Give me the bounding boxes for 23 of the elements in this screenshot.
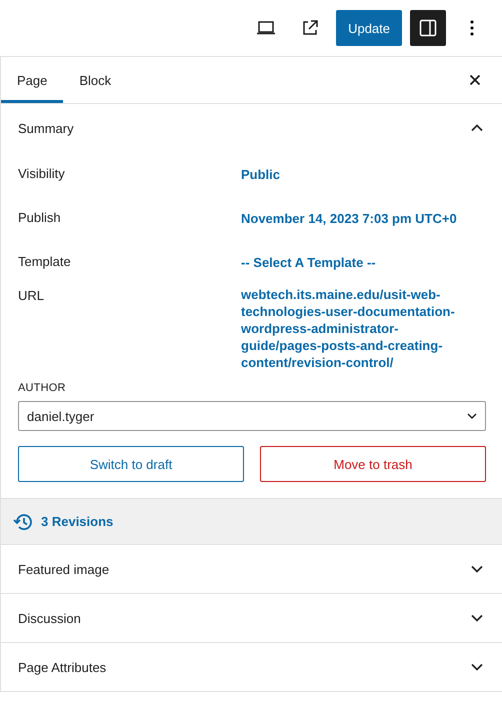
panel-title: Page Attributes — [18, 660, 106, 674]
switch-to-draft-button[interactable]: Switch to draft — [18, 446, 244, 482]
tab[interactable]: Block — [63, 57, 128, 103]
row-value-link[interactable]: Public — [241, 156, 486, 183]
panel-title: Discussion — [18, 610, 81, 626]
url-link[interactable]: webtech.its.maine.edu/usit-web-technologies-user-documentation-wordpress-administrator-guide/pages-posts-and-creating-content/revision-control/ — [241, 286, 466, 371]
sidebar-toggle-icon[interactable] — [410, 10, 446, 46]
tab[interactable]: Page — [1, 57, 64, 103]
panel-title: Summary — [18, 120, 74, 136]
update-button[interactable]: Update — [336, 10, 402, 46]
row-value-link[interactable]: -- Select A Template -- — [241, 244, 486, 271]
row-label: Template — [18, 253, 72, 269]
author-select[interactable]: daniel.tyger — [18, 401, 486, 431]
row-label: Publish — [18, 209, 62, 225]
history-icon — [13, 512, 35, 532]
panel-title: Featured image — [18, 562, 110, 576]
author-label: AUTHOR — [18, 382, 67, 394]
move-to-trash-button[interactable]: Move to trash — [260, 446, 486, 482]
row-label: Visibility — [18, 165, 66, 181]
chevron-icon — [467, 413, 477, 419]
row-value-link[interactable]: November 14, 2023 7:03 pm UTC+0 — [241, 200, 486, 227]
row-label: URL — [18, 288, 46, 303]
revisions-button[interactable]: 3 Revisions — [1, 499, 502, 545]
